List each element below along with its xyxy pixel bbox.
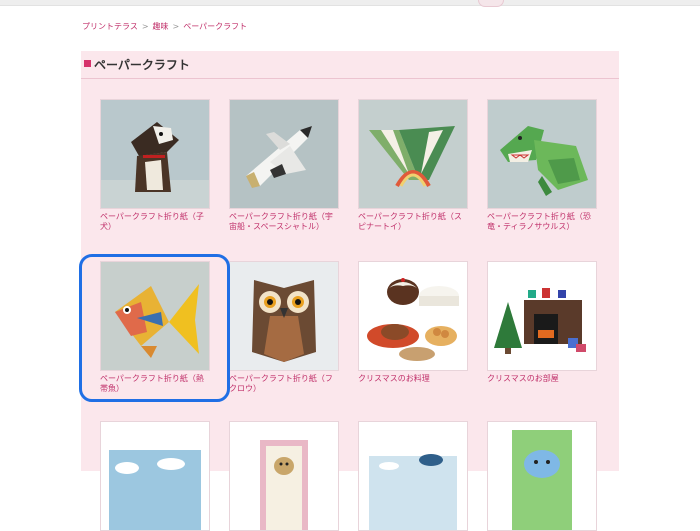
item-row3-2[interactable]: [229, 421, 339, 531]
thumbnail[interactable]: [487, 421, 597, 531]
green-character-icon: [488, 422, 596, 530]
thumbnail[interactable]: [100, 99, 210, 209]
breadcrumb: プリントテラス > 趣味 > ペーパークラフト: [82, 21, 247, 32]
breadcrumb-separator: >: [141, 22, 149, 31]
christmas-room-icon: [488, 262, 596, 370]
thumbnail[interactable]: [229, 99, 339, 209]
item-spinner-toy[interactable]: ペーパークラフト折り紙（スピナートイ）: [358, 99, 468, 232]
thumbnail[interactable]: [100, 261, 210, 371]
thumbnail[interactable]: [358, 99, 468, 209]
tyrannosaurus-icon: [488, 100, 596, 208]
thumbnail[interactable]: [487, 99, 597, 209]
space-shuttle-icon: [230, 100, 338, 208]
item-space-shuttle[interactable]: ペーパークラフト折り紙（宇宙船・スペースシャトル）: [229, 99, 339, 232]
breadcrumb-home[interactable]: プリントテラス: [82, 22, 138, 31]
item-owl[interactable]: ペーパークラフト折り紙（フクロウ）: [229, 261, 339, 394]
breadcrumb-hobby[interactable]: 趣味: [153, 22, 169, 31]
thumbnail[interactable]: [358, 261, 468, 371]
item-caption[interactable]: ペーパークラフト折り紙（子犬）: [100, 212, 210, 232]
item-christmas-room[interactable]: クリスマスのお部屋: [487, 261, 597, 384]
item-caption[interactable]: ペーパークラフト折り紙（恐竜・ティラノサウルス）: [487, 212, 597, 232]
item-caption[interactable]: ペーパークラフト折り紙（熱帯魚）: [100, 374, 210, 394]
breadcrumb-papercraft[interactable]: ペーパークラフト: [183, 22, 247, 31]
tropical-fish-icon: [101, 262, 209, 370]
top-decoration: [478, 0, 504, 7]
item-caption[interactable]: クリスマスのお部屋: [487, 374, 597, 384]
landscape-icon: [359, 422, 467, 530]
papercraft-section: ペーパークラフト ペーパークラフト折り紙（子犬） ペーパークラフト折り紙（宇宙船…: [81, 51, 619, 531]
item-puppy[interactable]: ペーパークラフト折り紙（子犬）: [100, 99, 210, 232]
thumbnail[interactable]: [100, 421, 210, 531]
sky-scene-icon: [101, 422, 209, 530]
item-row3-1[interactable]: [100, 421, 210, 531]
thumbnail[interactable]: [229, 261, 339, 371]
item-christmas-food[interactable]: クリスマスのお料理: [358, 261, 468, 384]
section-header: ペーパークラフト: [81, 51, 619, 79]
top-bar: [0, 0, 700, 6]
item-tyrannosaurus[interactable]: ペーパークラフト折り紙（恐竜・ティラノサウルス）: [487, 99, 597, 232]
christmas-food-icon: [359, 262, 467, 370]
section-title: ペーパークラフト: [94, 58, 190, 72]
item-caption[interactable]: ペーパークラフト折り紙（宇宙船・スペースシャトル）: [229, 212, 339, 232]
owl-icon: [230, 262, 338, 370]
puppy-origami-icon: [101, 100, 209, 208]
thumbnail[interactable]: [358, 421, 468, 531]
spinner-toy-icon: [359, 100, 467, 208]
dog-card-icon: [230, 422, 338, 530]
item-row3-4[interactable]: [487, 421, 597, 531]
section-marker-icon: [84, 60, 91, 67]
item-caption[interactable]: ペーパークラフト折り紙（スピナートイ）: [358, 212, 468, 232]
thumbnail[interactable]: [229, 421, 339, 531]
breadcrumb-separator: >: [172, 22, 180, 31]
item-tropical-fish[interactable]: ペーパークラフト折り紙（熱帯魚）: [100, 261, 210, 394]
item-caption[interactable]: ペーパークラフト折り紙（フクロウ）: [229, 374, 339, 394]
item-row3-3[interactable]: [358, 421, 468, 531]
thumbnail[interactable]: [487, 261, 597, 371]
item-caption[interactable]: クリスマスのお料理: [358, 374, 468, 384]
